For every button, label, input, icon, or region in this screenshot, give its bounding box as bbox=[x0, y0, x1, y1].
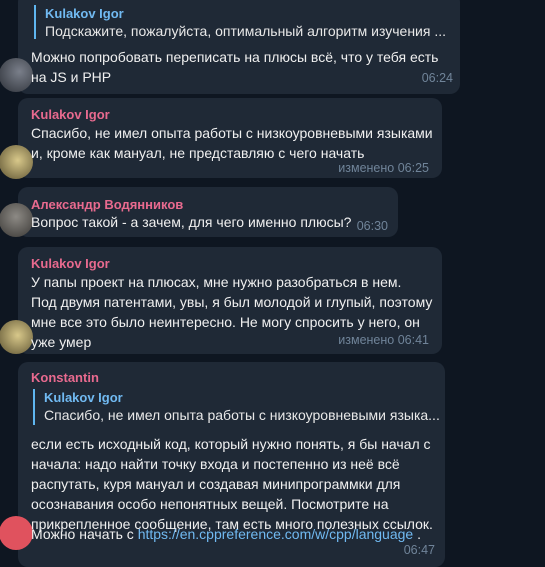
sender-name[interactable]: Александр Водянников bbox=[31, 197, 183, 212]
avatar[interactable] bbox=[0, 320, 33, 354]
message-time: 06:30 bbox=[356, 219, 388, 233]
message-bubble[interactable]: Kulakov Igor Подскажите, пожалуйста, опт… bbox=[0, 0, 460, 94]
message-text: Вопрос такой - а зачем, для чего именно … bbox=[31, 214, 352, 230]
message-text-last-line: Можно начать с https://en.cppreference.c… bbox=[31, 524, 441, 544]
sender-name[interactable]: Kulakov Igor bbox=[31, 107, 110, 122]
sender-name[interactable]: Kulakov Igor bbox=[31, 256, 110, 271]
message-time: 06:47 bbox=[403, 543, 435, 557]
avatar[interactable] bbox=[0, 203, 33, 237]
reply-sender-name: Kulakov Igor bbox=[44, 390, 123, 405]
reply-text: Спасибо, не имел опыта работы с низкоуро… bbox=[44, 407, 440, 423]
message-time: 06:24 bbox=[421, 71, 453, 85]
text-suffix: . bbox=[413, 526, 421, 542]
text-prefix: Можно начать с bbox=[31, 526, 138, 542]
avatar[interactable] bbox=[0, 145, 33, 179]
message-text: Можно попробовать переписать на плюсы вс… bbox=[31, 49, 439, 85]
avatar[interactable] bbox=[0, 516, 33, 550]
message-time: изменено 06:25 bbox=[338, 161, 429, 175]
message-time: изменено 06:41 bbox=[338, 333, 429, 347]
reply-quote[interactable]: Kulakov Igor Подскажите, пожалуйста, опт… bbox=[34, 5, 455, 39]
message-bubble[interactable]: Kulakov Igor У папы проект на плюсах, мн… bbox=[0, 247, 442, 354]
reply-sender-name: Kulakov Igor bbox=[45, 6, 124, 21]
avatar[interactable] bbox=[0, 58, 33, 92]
message-bubble[interactable]: Александр Водянников Вопрос такой - а за… bbox=[0, 187, 398, 237]
message-text: Спасибо, не имел опыта работы с низкоуро… bbox=[31, 125, 433, 161]
message-bubble[interactable]: Konstantin Kulakov Igor Спасибо, не имел… bbox=[0, 362, 445, 567]
message-bubble[interactable]: Kulakov Igor Спасибо, не имел опыта рабо… bbox=[0, 98, 442, 179]
reply-quote[interactable]: Kulakov Igor Спасибо, не имел опыта рабо… bbox=[33, 389, 444, 425]
reply-text: Подскажите, пожалуйста, оптимальный алго… bbox=[45, 23, 447, 39]
sender-name[interactable]: Konstantin bbox=[31, 370, 99, 385]
message-text: если есть исходный код, который нужно по… bbox=[31, 436, 433, 532]
cppreference-link[interactable]: https://en.cppreference.com/w/cpp/langua… bbox=[138, 526, 414, 542]
